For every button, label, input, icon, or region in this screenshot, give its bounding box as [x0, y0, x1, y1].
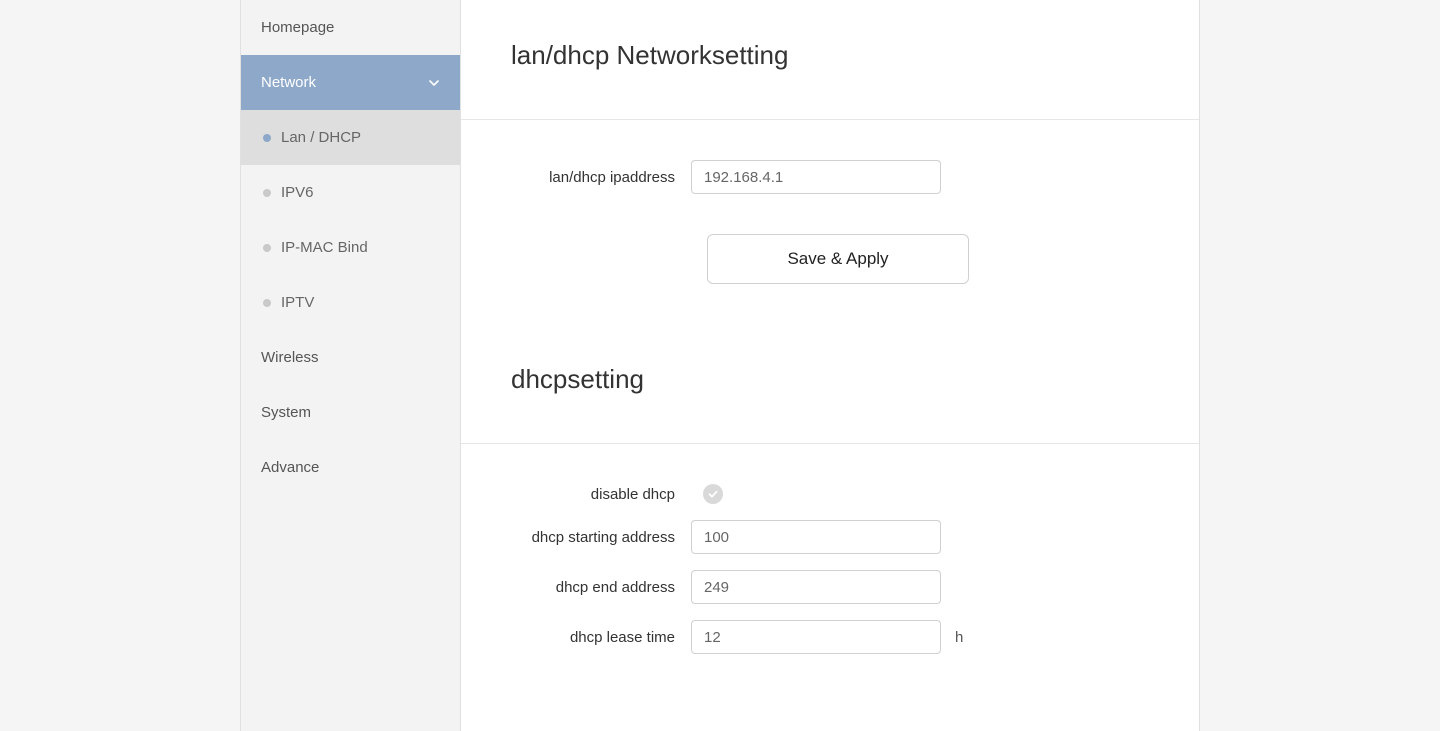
checkbox-disable-dhcp[interactable] — [703, 484, 723, 504]
sidebar-item-system[interactable]: System — [241, 385, 460, 440]
section-dhcp-header: dhcpsetting — [461, 324, 1199, 444]
sidebar-subitem-ipv6[interactable]: IPV6 — [241, 165, 460, 220]
sidebar-item-label: System — [261, 404, 311, 421]
row-save-apply: Save & Apply — [511, 234, 1149, 284]
row-dhcp-start: dhcp starting address — [511, 520, 1149, 554]
input-dhcp-start[interactable] — [691, 520, 941, 554]
bullet-icon — [263, 189, 271, 197]
sidebar-subitem-ip-mac-bind[interactable]: IP-MAC Bind — [241, 220, 460, 275]
sidebar-item-wireless[interactable]: Wireless — [241, 330, 460, 385]
sidebar-item-label: Network — [261, 74, 316, 91]
lease-unit: h — [955, 629, 963, 646]
bullet-icon — [263, 299, 271, 307]
row-dhcp-end: dhcp end address — [511, 570, 1149, 604]
sidebar-subitem-label: IP-MAC Bind — [281, 239, 368, 256]
sidebar-subitem-lan-dhcp[interactable]: Lan / DHCP — [241, 110, 460, 165]
save-apply-button[interactable]: Save & Apply — [707, 234, 969, 284]
sidebar-item-label: Homepage — [261, 19, 334, 36]
label-dhcp-lease: dhcp lease time — [511, 629, 691, 646]
main-content: lan/dhcp Networksetting lan/dhcp ipaddre… — [461, 0, 1199, 731]
sidebar-submenu-network: Lan / DHCP IPV6 IP-MAC Bind IPTV — [241, 110, 460, 330]
form-lan-dhcp: lan/dhcp ipaddress Save & Apply — [461, 120, 1199, 324]
sidebar-item-label: Advance — [261, 459, 319, 476]
sidebar-subitem-iptv[interactable]: IPTV — [241, 275, 460, 330]
bullet-icon — [263, 134, 271, 142]
app-container: Homepage Network Lan / DHCP IPV6 — [240, 0, 1200, 731]
row-disable-dhcp: disable dhcp — [511, 484, 1149, 504]
label-ip-address: lan/dhcp ipaddress — [511, 169, 691, 186]
section-lan-dhcp-header: lan/dhcp Networksetting — [461, 0, 1199, 120]
sidebar-subitem-label: Lan / DHCP — [281, 129, 361, 146]
sidebar-item-homepage[interactable]: Homepage — [241, 0, 460, 55]
sidebar-subitem-label: IPV6 — [281, 184, 314, 201]
sidebar: Homepage Network Lan / DHCP IPV6 — [241, 0, 461, 731]
label-dhcp-end: dhcp end address — [511, 579, 691, 596]
sidebar-item-label: Wireless — [261, 349, 319, 366]
input-dhcp-lease[interactable] — [691, 620, 941, 654]
chevron-down-icon — [428, 77, 440, 89]
row-dhcp-lease: dhcp lease time h — [511, 620, 1149, 654]
sidebar-item-advance[interactable]: Advance — [241, 440, 460, 495]
page-title: dhcpsetting — [511, 364, 1149, 395]
input-dhcp-end[interactable] — [691, 570, 941, 604]
input-ip-address[interactable] — [691, 160, 941, 194]
check-icon — [707, 488, 719, 500]
form-dhcp: disable dhcp dhcp starting address dhcp … — [461, 444, 1199, 690]
row-ip-address: lan/dhcp ipaddress — [511, 160, 1149, 194]
label-dhcp-start: dhcp starting address — [511, 529, 691, 546]
label-disable-dhcp: disable dhcp — [511, 486, 691, 503]
page-title: lan/dhcp Networksetting — [511, 40, 1149, 71]
sidebar-subitem-label: IPTV — [281, 294, 314, 311]
sidebar-item-network[interactable]: Network — [241, 55, 460, 110]
bullet-icon — [263, 244, 271, 252]
